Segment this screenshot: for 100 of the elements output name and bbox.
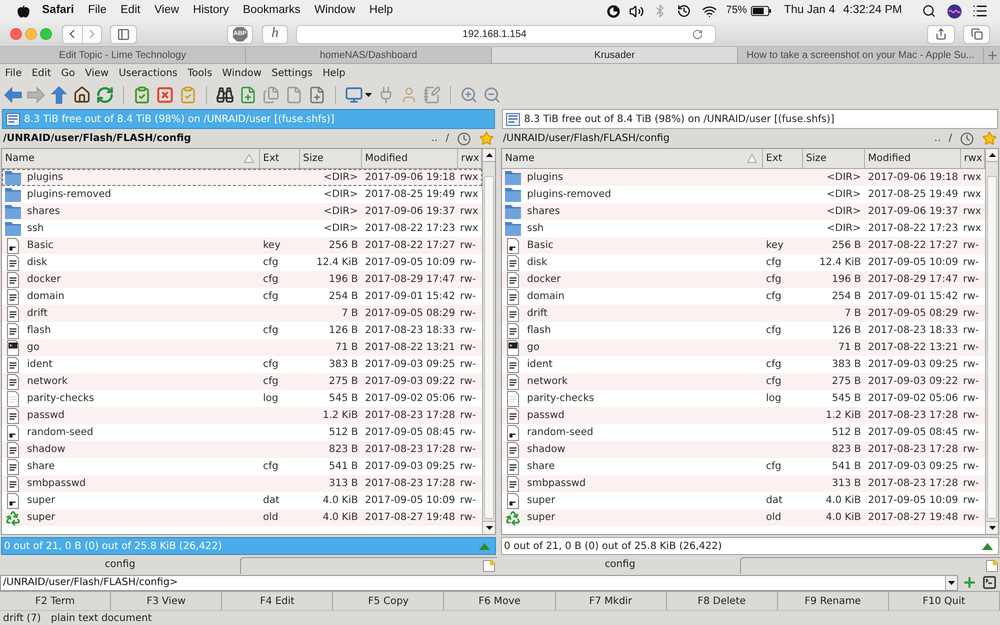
column-header[interactable]: Modified	[865, 149, 961, 168]
new-file-icon[interactable]	[308, 86, 326, 104]
file-row[interactable]: super old 4.0 KiB 2017-08-27 19:48 rw-	[502, 509, 985, 526]
minimize-window-icon[interactable]	[25, 28, 37, 40]
file-row[interactable]: shadow 823 B 2017-08-23 17:28 rw-	[2, 441, 482, 458]
file-row[interactable]: passwd 1.2 KiB 2017-08-23 17:28 rw-	[502, 407, 985, 424]
file-row[interactable]: Basic key 256 B 2017-08-22 17:27 rw-	[502, 237, 985, 254]
menu-item[interactable]: Window	[314, 2, 356, 20]
clipboard-check-icon[interactable]	[179, 86, 197, 104]
menu-item[interactable]: Go	[61, 66, 75, 81]
up-arrow-icon[interactable]	[486, 153, 492, 157]
column-header[interactable]: Size	[300, 149, 362, 168]
list-icon[interactable]	[972, 3, 988, 19]
triangle-icon[interactable]	[982, 542, 993, 550]
page-icon[interactable]	[986, 560, 998, 572]
function-key-button[interactable]: F6 Move	[444, 591, 556, 610]
column-header[interactable]: Name	[2, 149, 260, 168]
menu-item[interactable]: Help	[369, 2, 393, 20]
file-row[interactable]: docker cfg 196 B 2017-08-29 17:47 rw-	[502, 271, 985, 288]
menu-item[interactable]: File	[5, 66, 22, 81]
file-row[interactable]: shadow 823 B 2017-08-23 17:28 rw-	[502, 441, 985, 458]
refresh-icon[interactable]	[96, 86, 114, 104]
menu-item[interactable]: Tools	[188, 66, 212, 81]
address-field[interactable]: 192.168.1.154	[296, 24, 716, 44]
function-key-button[interactable]: F10 Quit	[888, 591, 1000, 610]
volume-icon[interactable]	[629, 4, 644, 18]
binoculars-icon[interactable]	[216, 86, 234, 104]
terminal-icon[interactable]	[982, 575, 997, 590]
bookmark-star-icon[interactable]	[479, 131, 494, 146]
menu-item[interactable]: Window	[222, 66, 262, 81]
file-row[interactable]: plugins <DIR> 2017-09-06 19:18 rwx	[2, 169, 482, 186]
scrollbar[interactable]	[482, 149, 495, 534]
tabs-overview-button[interactable]	[963, 24, 990, 44]
browser-tab[interactable]: Krusader	[492, 47, 738, 63]
path-nav-button[interactable]: /	[446, 134, 449, 144]
file-row[interactable]: drift 7 B 2017-09-05 08:29 rw-	[502, 305, 985, 322]
file-row[interactable]: passwd 1.2 KiB 2017-08-23 17:28 rw-	[2, 407, 482, 424]
menu-item[interactable]: History	[193, 2, 229, 20]
function-key-button[interactable]: F5 Copy	[333, 591, 444, 610]
menu-item[interactable]: File	[88, 2, 106, 20]
column-header[interactable]: Ext	[763, 149, 803, 168]
menubar-time[interactable]: 4:32:24 PM	[843, 2, 902, 20]
menu-item[interactable]: Settings	[272, 66, 313, 81]
share-button[interactable]	[927, 24, 955, 44]
file-row[interactable]: drift 7 B 2017-09-05 08:29 rw-	[2, 305, 482, 322]
file-row[interactable]: plugins <DIR> 2017-09-06 19:18 rwx	[502, 169, 985, 186]
column-header[interactable]: Size	[803, 149, 865, 168]
wifi-icon[interactable]	[702, 4, 717, 18]
menubar-date[interactable]: Thu Jan 4	[784, 2, 836, 20]
clock-arrow-icon[interactable]	[677, 4, 691, 18]
menu-item[interactable]: View	[154, 2, 180, 20]
menu-item[interactable]: Help	[322, 66, 346, 81]
menu-item[interactable]: View	[84, 66, 109, 81]
file-row[interactable]: network cfg 275 B 2017-09-03 09:22 rw-	[2, 373, 482, 390]
zoom-out-icon[interactable]	[483, 86, 501, 104]
menu-item[interactable]: Edit	[32, 66, 52, 81]
down-arrow-icon[interactable]	[486, 526, 492, 530]
x-square-icon[interactable]	[156, 86, 174, 104]
function-key-button[interactable]: F2 Term	[0, 591, 112, 610]
function-key-button[interactable]: F8 Delete	[666, 591, 778, 610]
zoom-in-icon[interactable]	[460, 86, 478, 104]
sidebar-button[interactable]	[110, 24, 137, 44]
plus-icon[interactable]	[986, 48, 998, 62]
caret-icon[interactable]	[365, 93, 372, 97]
up-arrow-icon[interactable]	[988, 153, 996, 157]
back-arrow-icon[interactable]	[4, 86, 22, 104]
copy-files-icon[interactable]	[262, 86, 280, 104]
close-window-icon[interactable]	[10, 28, 22, 40]
column-header[interactable]: Ext	[260, 149, 300, 168]
function-key-button[interactable]: F9 Rename	[778, 591, 889, 610]
battery-icon[interactable]	[751, 6, 772, 16]
path-nav-button[interactable]: ..	[431, 134, 438, 144]
file-row[interactable]: docker cfg 196 B 2017-08-29 17:47 rw-	[2, 271, 482, 288]
app-name-menu[interactable]: Safari	[42, 2, 74, 20]
path-nav-button[interactable]: /	[948, 134, 952, 144]
home-icon[interactable]	[73, 86, 91, 104]
scrollbar-thumb[interactable]	[484, 176, 494, 519]
file-row[interactable]: go 71 B 2017-08-22 13:21 rw-	[502, 339, 985, 356]
clock-icon[interactable]	[960, 132, 974, 146]
menu-item[interactable]: Useractions	[118, 66, 178, 81]
function-key-button[interactable]: F7 Mkdir	[556, 591, 667, 610]
scrollbar-thumb[interactable]	[987, 176, 997, 519]
page-icon[interactable]	[483, 560, 495, 572]
wave-circle-icon[interactable]	[947, 4, 962, 18]
scrollbar[interactable]	[985, 149, 998, 534]
file-row[interactable]: smbpasswd 313 B 2017-08-23 17:28 rw-	[2, 475, 482, 492]
menu-item[interactable]: Edit	[120, 2, 140, 20]
column-header[interactable]: Modified	[362, 149, 458, 168]
command-line-field[interactable]: /UNRAID/user/Flash/FLASH/config>	[0, 574, 958, 590]
menu-item[interactable]: Bookmarks	[242, 2, 300, 20]
file-row[interactable]: shares <DIR> 2017-09-06 19:37 rwx	[2, 203, 482, 220]
reload-icon[interactable]	[692, 28, 703, 40]
path-nav-button[interactable]: ..	[934, 134, 941, 144]
triangle-icon[interactable]	[479, 542, 490, 550]
clock-icon[interactable]	[457, 132, 471, 146]
bookmark-star-icon[interactable]	[982, 131, 997, 146]
maximize-window-icon[interactable]	[40, 28, 52, 40]
dropdown-button[interactable]	[945, 576, 957, 590]
search-icon[interactable]	[922, 4, 936, 18]
file-row[interactable]: Basic key 256 B 2017-08-22 17:27 rw-	[2, 237, 482, 254]
